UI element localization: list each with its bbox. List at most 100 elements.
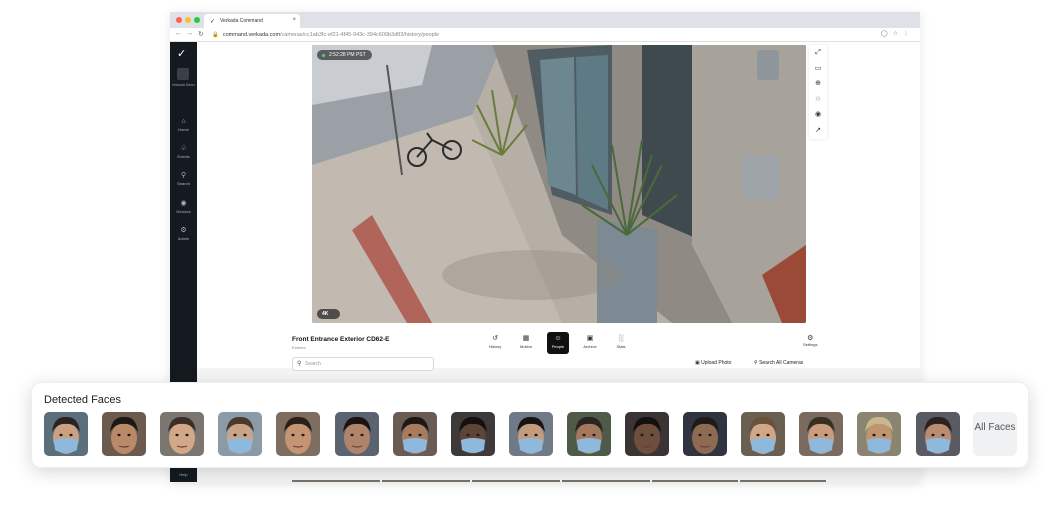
share-icon[interactable]: ◯ (881, 31, 893, 37)
forward-arrow-icon[interactable]: → (186, 30, 193, 37)
verkada-favicon-icon: ✓ (210, 19, 216, 25)
live-timestamp-pill[interactable]: 2:52:28 PM PST (317, 50, 372, 60)
org-avatar[interactable] (177, 68, 189, 80)
sidebar-item-admin[interactable]: ⚙ Admin (170, 227, 197, 241)
camera-snapshot-icon[interactable]: ◉ (809, 107, 827, 123)
more-menu-icon[interactable]: ⋮ (903, 31, 914, 37)
face-image (508, 412, 553, 456)
face-thumbnail[interactable] (392, 412, 437, 456)
upload-photo-button[interactable]: ▣ Upload Photo (695, 360, 731, 366)
minimize-window-button[interactable] (185, 17, 191, 23)
result-thumbnail[interactable] (652, 480, 738, 482)
browser-actions[interactable]: ◯☆⋮ (881, 30, 914, 37)
maximize-window-button[interactable] (194, 17, 200, 23)
face-thumbnail[interactable] (741, 412, 786, 456)
result-thumbnail[interactable] (292, 480, 380, 482)
face-image (566, 412, 611, 456)
camera-subtitle: Exterior (292, 345, 306, 350)
fullscreen-icon[interactable]: ⤢ (809, 45, 827, 61)
zoom-in-icon[interactable]: ⊕ (809, 76, 827, 92)
face-image (683, 412, 728, 456)
sidebar-item-label: Search (177, 181, 190, 186)
search-input[interactable]: ⚲ Search (292, 357, 434, 371)
result-thumbnail[interactable] (740, 480, 826, 482)
archive-icon: ▣ (586, 335, 594, 342)
verkada-logo-icon[interactable]: ✓ (177, 47, 186, 60)
face-thumbnail[interactable] (508, 412, 553, 456)
tab-stats[interactable]: ░ Stats (610, 332, 632, 354)
star-icon[interactable]: ☆ (893, 31, 903, 37)
tab-label: Stats (616, 344, 626, 349)
tab-archive[interactable]: ▣ Archive (579, 332, 601, 354)
all-faces-button[interactable]: All Faces (973, 412, 1017, 456)
face-thumbnail[interactable] (334, 412, 379, 456)
sidebar-item-home[interactable]: ⌂ Home (170, 118, 197, 132)
browser-tab-title: Verkada Command (220, 18, 263, 24)
search-all-cameras-button[interactable]: ⚲ Search All Cameras (754, 360, 803, 366)
face-image (741, 412, 786, 456)
people-search-row: ⚲ Search ▣ Upload Photo ⚲ Search All Cam… (292, 357, 825, 371)
face-thumbnail[interactable] (44, 412, 88, 456)
search-all-label: Search All Cameras (759, 360, 804, 366)
close-window-button[interactable] (176, 17, 182, 23)
face-thumbnail[interactable] (102, 412, 147, 456)
face-thumbnail[interactable] (799, 412, 844, 456)
video-toolbar: ⤢ ▭ ⊕ ⊖ ◉ ↗ (809, 45, 827, 139)
url-field[interactable]: 🔒 command.verkada.com/cameras/cc1ab3fc-ef… (212, 30, 862, 40)
help-link[interactable]: Help (170, 472, 197, 477)
face-thumbnail[interactable] (683, 412, 728, 456)
face-image (160, 412, 205, 456)
zoom-out-icon[interactable]: ⊖ (809, 92, 827, 108)
history-icon: ↺ (492, 335, 498, 342)
tab-motion[interactable]: ▦ Motion (515, 332, 537, 354)
detected-faces-title: Detected Faces (44, 394, 122, 406)
face-thumbnail[interactable] (915, 412, 960, 456)
search-icon: ⚲ (754, 360, 758, 366)
face-thumbnail[interactable] (218, 412, 263, 456)
face-image (625, 412, 669, 456)
search-icon: ⚲ (180, 172, 187, 179)
face-image (392, 412, 437, 456)
share-icon[interactable]: ↗ (809, 123, 827, 139)
sidebar-item-events[interactable]: ♧ Events (170, 145, 197, 159)
sidebar-item-devices[interactable]: ◉ Devices (170, 200, 197, 214)
back-arrow-icon[interactable]: ← (175, 30, 182, 37)
face-thumbnail[interactable] (625, 412, 669, 456)
sidebar-item-label: Devices (176, 209, 191, 214)
lock-icon: 🔒 (212, 32, 219, 38)
bar-chart-icon: ░ (618, 335, 624, 342)
face-thumbnail[interactable] (160, 412, 205, 456)
face-thumbnail[interactable] (276, 412, 321, 456)
sidebar-item-search[interactable]: ⚲ Search (170, 172, 197, 186)
tab-label: Archive (583, 344, 597, 349)
screenshot-stage: ✓ Verkada Command × ← → ↻ 🔒 command.verka… (0, 0, 1060, 509)
sidebar-item-label: Events (177, 154, 190, 159)
face-thumbnail[interactable] (566, 412, 611, 456)
face-image (915, 412, 960, 456)
org-name: Verkada Demo (171, 83, 196, 87)
face-image (334, 412, 379, 456)
resolution-badge[interactable]: 4K (317, 309, 341, 319)
browser-tab[interactable]: ✓ Verkada Command × (204, 14, 300, 28)
result-thumbnail[interactable] (382, 480, 470, 482)
reload-icon[interactable]: ↻ (198, 30, 204, 38)
window-icon[interactable]: ▭ (809, 61, 827, 77)
url-path: /cameras/cc1ab3fc-ef21-4f45-943c-394c609… (280, 32, 440, 38)
close-tab-icon[interactable]: × (292, 17, 296, 23)
result-thumbnail[interactable] (562, 480, 650, 482)
gear-icon: ⚙ (807, 335, 814, 342)
tab-people[interactable]: ☺ People (547, 332, 569, 354)
result-thumbnail[interactable] (472, 480, 560, 482)
face-image (102, 412, 147, 456)
detected-faces-card: Detected Faces All Faces (31, 382, 1029, 468)
face-image (218, 412, 263, 456)
settings-button[interactable]: ⚙ Settings (803, 334, 817, 347)
face-thumbnail[interactable] (857, 412, 902, 456)
sidebar-item-label: Home (178, 127, 189, 132)
face-thumbnail[interactable] (450, 412, 495, 456)
bell-icon: ♧ (180, 145, 187, 152)
tab-history[interactable]: ↺ History (484, 332, 506, 354)
face-image (799, 412, 844, 456)
camera-video-feed[interactable]: 2:52:28 PM PST 4K (312, 45, 806, 323)
devices-icon: ◉ (180, 200, 187, 207)
